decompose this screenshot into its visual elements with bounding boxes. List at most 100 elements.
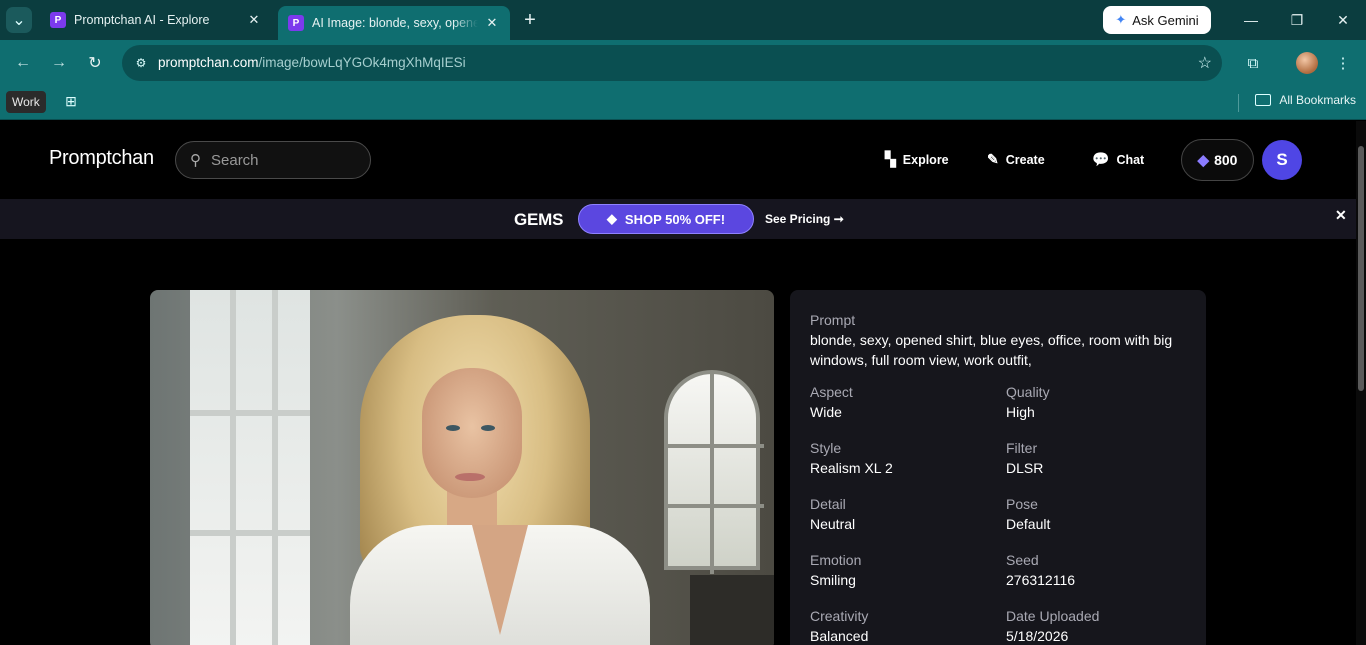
arrow-right-icon: → [51, 54, 67, 71]
close-icon: ✕ [1337, 11, 1349, 28]
apps-grid-icon[interactable]: ⊞ [62, 92, 80, 110]
person-lips [455, 473, 485, 481]
see-pricing-link[interactable]: See Pricing ➞ [765, 212, 844, 226]
field-value: DLSR [1006, 460, 1044, 476]
desk-illustration [690, 575, 774, 645]
field-value: High [1006, 404, 1035, 420]
nav-create-label: Create [1005, 152, 1045, 167]
prompt-text: blonde, sexy, opened shirt, blue eyes, o… [810, 332, 1173, 368]
tab-title: AI Image: blonde, sexy, opened shirt [312, 16, 478, 30]
url-path: /image/bowLqYGOk4mgXhMqIESi [258, 55, 466, 70]
field-label: Style [810, 440, 842, 456]
person-eye [481, 425, 495, 431]
arched-window-illustration [664, 370, 764, 574]
browser-tab-bar: ⌄ P Promptchan AI - Explore ✕ P AI Image… [0, 0, 1366, 40]
close-icon[interactable]: ✕ [246, 12, 262, 28]
nav-explore-label: Explore [902, 152, 949, 167]
magic-wand-icon: ✎ [987, 151, 999, 167]
nav-chat-label: Chat [1116, 152, 1145, 167]
promptchan-favicon-icon: P [50, 12, 66, 28]
gems-balance-button[interactable]: ◆ 800 [1181, 139, 1254, 181]
forward-button[interactable]: → [46, 50, 72, 76]
promo-gems-title: GEMS [514, 210, 564, 229]
search-placeholder: Search [211, 151, 259, 169]
field-label: Emotion [810, 552, 862, 568]
promptchan-favicon-icon: P [288, 15, 304, 31]
all-bookmarks[interactable]: All Bookmarks [1255, 93, 1356, 107]
field-label: Filter [1006, 440, 1038, 456]
page-scrollbar[interactable] [1356, 121, 1366, 645]
promo-banner: GEMS ◆ SHOP 50% OFF! See Pricing ➞ ✕ [0, 199, 1356, 239]
address-bar[interactable]: ⚙ promptchan.com/image/bowLqYGOk4mgXhMqI… [122, 45, 1222, 81]
user-avatar[interactable]: S [1262, 140, 1302, 180]
diamond-icon: ◆ [1197, 152, 1210, 169]
field-value: Balanced [810, 628, 869, 644]
field-label: Seed [1006, 552, 1039, 568]
restore-button[interactable]: ❐ [1284, 8, 1310, 32]
scrollbar-thumb[interactable] [1358, 146, 1364, 391]
bookmark-work[interactable]: Work [6, 91, 46, 113]
nav-create[interactable]: ✎ Create [987, 151, 1045, 168]
field-value: Neutral [810, 516, 856, 532]
field-label: Pose [1006, 496, 1038, 512]
new-tab-button[interactable]: + [518, 8, 542, 32]
search-input[interactable]: ⚲ Search [175, 141, 371, 179]
nav-chat[interactable]: 💬 Chat [1092, 151, 1144, 168]
gemini-sparkle-icon: ✦ [1115, 12, 1127, 27]
search-icon: ⚲ [190, 152, 201, 169]
field-value: Realism XL 2 [810, 460, 893, 476]
restore-icon: ❐ [1290, 11, 1304, 28]
extensions-icon[interactable]: ⧉ [1240, 50, 1266, 76]
minimize-button[interactable]: — [1238, 8, 1264, 32]
close-window-button[interactable]: ✕ [1330, 8, 1356, 32]
person-eye [446, 425, 460, 431]
url-text: promptchan.com/image/bowLqYGOk4mgXhMqIES… [158, 55, 466, 70]
close-banner-icon[interactable]: ✕ [1335, 207, 1347, 224]
tab-explore[interactable]: P Promptchan AI - Explore ✕ [40, 6, 272, 34]
ask-gemini-button[interactable]: ✦ Ask Gemini [1103, 6, 1211, 34]
ask-gemini-label: Ask Gemini [1132, 12, 1199, 28]
page-content: Promptchan ⚲ Search ▚ Explore ✎ Create 💬… [0, 121, 1366, 645]
site-header: Promptchan ⚲ Search ▚ Explore ✎ Create 💬… [0, 121, 1356, 199]
nav-explore[interactable]: ▚ Explore [885, 151, 949, 168]
arrow-left-icon: ← [15, 54, 31, 71]
field-label: Creativity [810, 608, 869, 624]
field-value: Wide [810, 404, 842, 420]
menu-icon[interactable]: ⋮ [1330, 50, 1356, 76]
grid-icon: ▚ [885, 151, 896, 167]
field-value: 276312116 [1006, 572, 1076, 588]
shop-sale-button[interactable]: ◆ SHOP 50% OFF! [578, 204, 754, 234]
field-value: Smiling [810, 572, 856, 588]
window-illustration [190, 290, 310, 645]
reload-icon: ↻ [88, 55, 102, 72]
url-host: promptchan.com [158, 55, 259, 70]
tab-search-button[interactable]: ⌄ [6, 7, 32, 33]
image-details-card: Prompt blonde, sexy, opened shirt, blue … [790, 290, 1206, 645]
chevron-down-icon: ⌄ [12, 12, 26, 29]
gems-count: 800 [1214, 152, 1238, 168]
profile-avatar[interactable] [1296, 52, 1318, 74]
shop-sale-label: SHOP 50% OFF! [624, 211, 726, 227]
site-logo[interactable]: Promptchan [49, 147, 154, 170]
divider [1238, 94, 1239, 112]
field-label: Aspect [810, 384, 853, 400]
all-bookmarks-label: All Bookmarks [1279, 93, 1356, 107]
prompt-label: Prompt [810, 312, 856, 328]
generated-image[interactable] [150, 290, 774, 645]
field-label: Date Uploaded [1006, 608, 1100, 624]
plus-icon: + [524, 8, 536, 31]
back-button[interactable]: ← [10, 50, 36, 76]
browser-toolbar: ← → ↻ ⚙ promptchan.com/image/bowLqYGOk4m… [0, 40, 1366, 85]
person-shirt [350, 525, 650, 645]
close-icon[interactable]: ✕ [484, 15, 500, 31]
field-label: Quality [1006, 384, 1050, 400]
field-value: Default [1006, 516, 1051, 532]
tab-ai-image[interactable]: P AI Image: blonde, sexy, opened shirt ✕ [278, 6, 510, 40]
bookmark-star-icon[interactable]: ☆ [1198, 53, 1212, 73]
reload-button[interactable]: ↻ [82, 50, 108, 76]
field-label: Detail [810, 496, 846, 512]
tab-title: Promptchan AI - Explore [74, 13, 210, 27]
bookmarks-bar: Work ⊞ All Bookmarks [0, 85, 1366, 120]
diamond-icon: ◆ [606, 211, 617, 226]
site-info-icon[interactable]: ⚙ [132, 54, 150, 72]
